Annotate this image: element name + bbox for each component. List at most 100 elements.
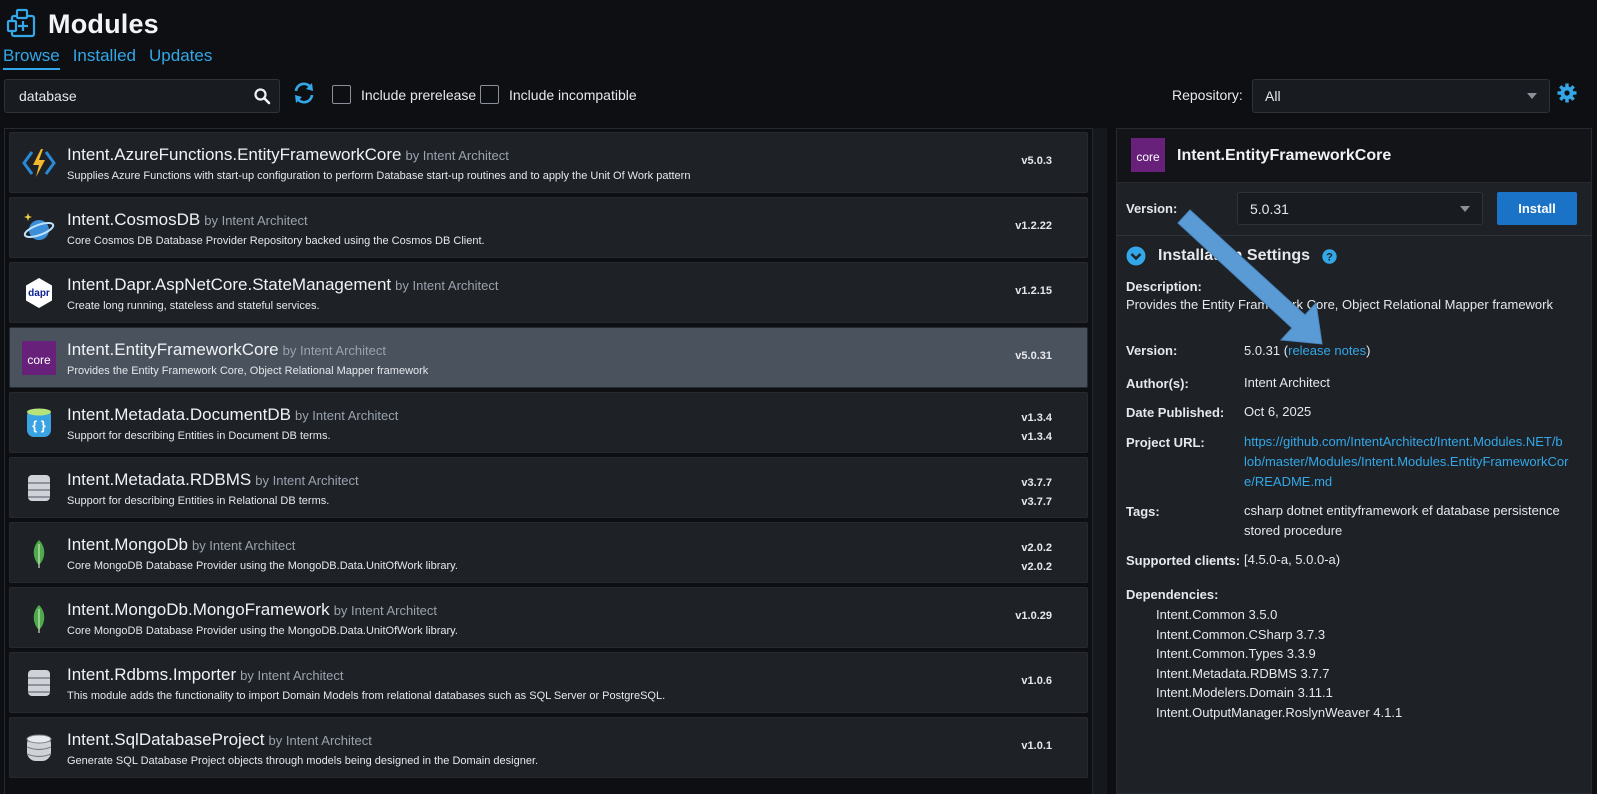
supported-clients-value: [4.5.0-a, 5.0.0-a) — [1244, 552, 1341, 567]
installation-settings-label: Installation Settings — [1158, 247, 1311, 264]
module-card-cosmosdb[interactable]: Intent.CosmosDB by Intent Architect Core … — [9, 197, 1088, 258]
module-name: Intent.Dapr.AspNetCore.StateManagement by… — [67, 275, 499, 294]
module-version: v3.7.7 — [1021, 477, 1052, 489]
module-installed-version: v2.0.2 — [1021, 561, 1052, 573]
dependency-item: Intent.Common.Types 3.3.9 — [1156, 646, 1316, 662]
supported-clients-label: Supported clients: — [1126, 553, 1241, 568]
module-installed-version: v3.7.7 — [1021, 496, 1052, 508]
authors-label: Author(s): — [1126, 376, 1189, 391]
module-version: v1.2.15 — [1015, 285, 1052, 297]
module-card-metadata-documentdb[interactable]: { } Intent.Metadata.DocumentDB by Intent … — [9, 392, 1088, 453]
module-card-dapr[interactable]: dapr Intent.Dapr.AspNetCore.StateManagem… — [9, 262, 1088, 323]
repository-select[interactable]: All — [1252, 79, 1550, 113]
module-installed-version: v1.3.4 — [1021, 431, 1052, 443]
database-icon — [28, 670, 50, 696]
module-description: Supplies Azure Functions with start-up c… — [67, 170, 691, 182]
chevron-down-icon — [1527, 93, 1537, 99]
gear-icon[interactable] — [1557, 83, 1577, 103]
module-description: Create long running, stateless and state… — [67, 300, 320, 312]
module-version: v5.0.31 — [1015, 350, 1052, 362]
tags-value: csharp dotnet entityframework ef databas… — [1244, 503, 1560, 538]
detail-title: Intent.EntityFrameworkCore — [1177, 147, 1392, 164]
dependencies-label: Dependencies: — [1126, 587, 1219, 602]
search-box — [4, 79, 280, 113]
version-select-value: 5.0.31 — [1250, 200, 1289, 217]
description-value: Provides the Entity Framework Core, Obje… — [1126, 297, 1553, 312]
date-published-value: Oct 6, 2025 — [1244, 404, 1312, 419]
module-card-mongodb[interactable]: Intent.MongoDb by Intent Architect Core M… — [9, 522, 1088, 583]
module-version: v1.0.1 — [1021, 740, 1052, 752]
svg-text:dapr: dapr — [28, 288, 50, 299]
database-icon — [28, 475, 50, 501]
scrollbar[interactable] — [1092, 128, 1107, 794]
include-incompatible-label: Include incompatible — [509, 86, 637, 103]
tab-installed[interactable]: Installed — [73, 46, 136, 70]
divider — [1117, 235, 1591, 236]
module-card-mongodb-mongoframework[interactable]: Intent.MongoDb.MongoFramework by Intent A… — [9, 587, 1088, 648]
module-name: Intent.SqlDatabaseProject by Intent Archi… — [67, 730, 372, 749]
include-prerelease-checkbox[interactable]: Include prerelease — [332, 85, 476, 104]
install-button[interactable]: Install — [1497, 192, 1577, 225]
module-card-azurefunctions-efcore[interactable]: Intent.AzureFunctions.EntityFrameworkCor… — [9, 132, 1088, 193]
mongodb-leaf-icon — [33, 605, 45, 633]
dependency-item: Intent.Modelers.Domain 3.11.1 — [1156, 685, 1333, 701]
module-card-rdbms-importer[interactable]: Intent.Rdbms.Importer by Intent Architect… — [9, 652, 1088, 713]
dependencies-list: Intent.Common 3.5.0 Intent.Common.CSharp… — [1156, 605, 1402, 723]
page-header: Modules — [6, 4, 159, 44]
refresh-icon[interactable] — [293, 82, 315, 104]
document-db-icon: { } — [27, 408, 51, 437]
checkbox-box[interactable] — [332, 85, 351, 104]
sql-database-icon — [26, 734, 52, 761]
checkbox-box[interactable] — [480, 85, 499, 104]
modules-plus-icon — [6, 8, 36, 38]
svg-text:core: core — [1136, 150, 1160, 164]
tab-browse[interactable]: Browse — [3, 46, 60, 70]
version-select[interactable]: 5.0.31 — [1237, 192, 1483, 225]
tab-bar: Browse Installed Updates — [3, 46, 212, 70]
module-description: Core MongoDB Database Provider using the… — [67, 560, 458, 572]
repository-label: Repository: — [1172, 87, 1243, 103]
svg-text:?: ? — [1326, 251, 1333, 263]
module-description: Core Cosmos DB Database Provider Reposit… — [67, 235, 485, 247]
module-version: v2.0.2 — [1021, 542, 1052, 554]
module-name: Intent.Metadata.DocumentDB by Intent Arch… — [67, 405, 399, 424]
project-url-label: Project URL: — [1126, 435, 1205, 450]
module-name: Intent.Rdbms.Importer by Intent Architect — [67, 665, 344, 684]
module-detail-panel: core Intent.EntityFrameworkCore Version:… — [1116, 128, 1592, 794]
module-description: Support for describing Entities in Relat… — [67, 495, 330, 507]
version-value: 5.0.31 (release notes) — [1244, 343, 1371, 358]
chevron-down-icon — [1460, 205, 1470, 212]
dependency-item: Intent.Metadata.RDBMS 3.7.7 — [1156, 665, 1330, 681]
svg-text:{ }: { } — [32, 418, 46, 433]
module-name: Intent.CosmosDB by Intent Architect — [67, 210, 308, 229]
include-incompatible-checkbox[interactable]: Include incompatible — [480, 85, 637, 104]
cosmosdb-icon — [23, 213, 55, 240]
dependency-item: Intent.Common 3.5.0 — [1156, 607, 1278, 622]
module-name: Intent.AzureFunctions.EntityFrameworkCor… — [67, 145, 509, 164]
project-url-link[interactable]: https://github.com/IntentArchitect/Inten… — [1244, 432, 1568, 492]
search-input[interactable] — [17, 87, 253, 105]
date-published-label: Date Published: — [1126, 405, 1225, 420]
module-version: v1.2.22 — [1015, 220, 1052, 232]
chevron-down-circle-icon[interactable] — [1126, 246, 1146, 266]
installation-settings-toggle[interactable]: Installation Settings ? — [1126, 246, 1337, 266]
module-version: v1.0.6 — [1021, 675, 1052, 687]
module-card-entityframeworkcore[interactable]: core Intent.EntityFrameworkCore by Intent… — [9, 327, 1088, 388]
module-card-sqldatabaseproject[interactable]: Intent.SqlDatabaseProject by Intent Archi… — [9, 717, 1088, 778]
description-label: Description: — [1126, 279, 1202, 294]
module-name: Intent.MongoDb.MongoFramework by Intent A… — [67, 600, 438, 619]
help-icon[interactable]: ? — [1322, 248, 1337, 264]
module-description: Generate SQL Database Project objects th… — [67, 755, 539, 767]
search-icon[interactable] — [253, 87, 271, 105]
dependency-item: Intent.Common.CSharp 3.7.3 — [1156, 626, 1326, 642]
detail-header: core Intent.EntityFrameworkCore — [1117, 129, 1591, 183]
page-title: Modules — [48, 8, 159, 39]
module-name: Intent.Metadata.RDBMS by Intent Architect — [67, 470, 359, 489]
module-name: Intent.EntityFrameworkCore by Intent Arch… — [67, 340, 386, 359]
module-version: v1.3.4 — [1021, 412, 1052, 424]
release-notes-link[interactable]: release notes — [1288, 343, 1366, 358]
module-card-metadata-rdbms[interactable]: Intent.Metadata.RDBMS by Intent Architect… — [9, 457, 1088, 518]
dapr-icon: dapr — [26, 278, 52, 308]
tab-updates[interactable]: Updates — [149, 46, 212, 70]
mongodb-leaf-icon — [33, 540, 45, 568]
